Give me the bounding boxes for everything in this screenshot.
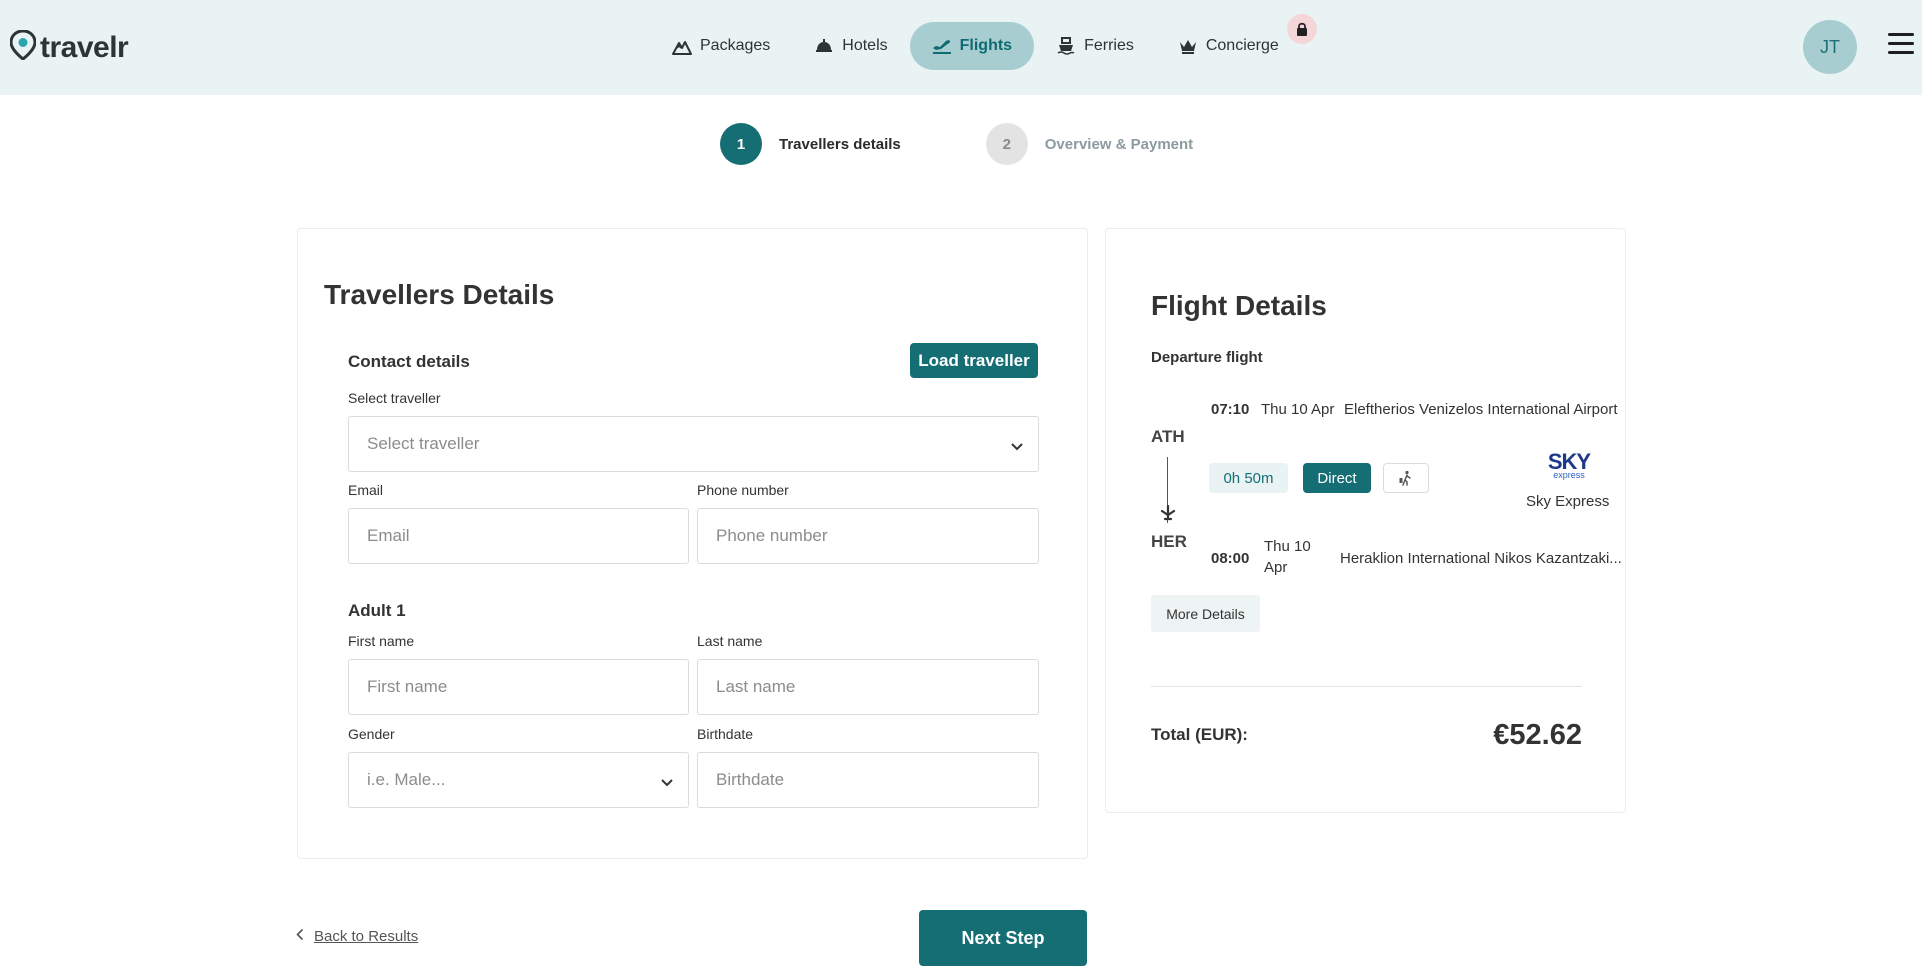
divider	[1151, 686, 1582, 687]
birthdate-input[interactable]: Birthdate	[697, 752, 1039, 808]
departure-date: Thu 10 Apr	[1261, 401, 1335, 418]
service-bell-icon	[814, 36, 834, 56]
back-to-results-label: Back to Results	[314, 928, 419, 945]
more-details-button[interactable]: More Details	[1151, 595, 1260, 632]
arrival-time: 08:00	[1211, 550, 1250, 567]
gender-placeholder: i.e. Male...	[367, 770, 446, 789]
step-1-number: 1	[720, 123, 762, 165]
arrival-date-line2: Apr	[1264, 559, 1288, 576]
arrival-date-line1: Thu 10	[1264, 538, 1311, 555]
sky-express-logo: SKY express	[1544, 451, 1594, 480]
birthdate-label: Birthdate	[697, 726, 754, 742]
contact-details-title: Contact details	[348, 352, 470, 371]
nav-hotels-label: Hotels	[842, 37, 888, 54]
arrival-airport: Heraklion International Nikos Kazantzaki…	[1340, 550, 1622, 567]
arrival-code: HER	[1151, 532, 1187, 551]
top-header: travelr Packages Hotels Flights Ferries	[0, 0, 1922, 95]
first-name-placeholder: First name	[367, 677, 448, 696]
select-traveller-label: Select traveller	[348, 390, 441, 406]
first-name-label: First name	[348, 633, 415, 649]
last-name-input[interactable]: Last name	[697, 659, 1039, 715]
select-traveller-placeholder: Select traveller	[367, 434, 480, 453]
nav-ferries[interactable]: Ferries	[1034, 22, 1156, 70]
logo-text: travelr	[40, 30, 129, 64]
nav-packages-label: Packages	[700, 37, 771, 54]
departure-time: 07:10	[1211, 401, 1250, 418]
phone-placeholder: Phone number	[716, 526, 828, 545]
airline-name: Sky Express	[1526, 493, 1610, 510]
mountain-icon	[672, 36, 692, 56]
departure-flight-label: Departure flight	[1151, 349, 1263, 366]
step-1-label: Travellers details	[779, 135, 901, 153]
chevron-down-icon	[660, 773, 674, 793]
ship-icon	[1056, 36, 1076, 56]
main-nav: Packages Hotels Flights Ferries Concierg…	[650, 14, 1317, 70]
email-placeholder: Email	[367, 526, 410, 545]
chevron-down-icon	[1010, 437, 1024, 457]
email-label: Email	[348, 482, 384, 498]
last-name-placeholder: Last name	[716, 677, 796, 696]
landing-airplane-icon	[1159, 504, 1177, 528]
nav-flights-label: Flights	[959, 37, 1013, 54]
nav-hotels[interactable]: Hotels	[792, 22, 909, 70]
step-2-number: 2	[985, 123, 1028, 165]
phone-input[interactable]: Phone number	[697, 508, 1039, 564]
direct-badge: Direct	[1303, 463, 1371, 493]
progress-stepper: 1 Travellers details 2 Overview & Paymen…	[720, 123, 1193, 165]
total-price: €52.62	[1493, 719, 1582, 751]
airplane-icon	[932, 36, 952, 56]
flight-details-title: Flight Details	[1151, 290, 1327, 321]
first-name-input[interactable]: First name	[348, 659, 689, 715]
flight-details-card: Flight Details Departure flight 07:10 Th…	[1105, 228, 1626, 813]
nav-ferries-label: Ferries	[1084, 37, 1134, 54]
nav-concierge[interactable]: Concierge	[1156, 14, 1317, 70]
step-2-label: Overview & Payment	[1044, 135, 1194, 153]
menu-icon[interactable]	[1888, 33, 1914, 57]
nav-packages[interactable]: Packages	[650, 22, 792, 70]
phone-label: Phone number	[697, 482, 789, 498]
email-input[interactable]: Email	[348, 508, 689, 564]
user-avatar[interactable]: JT	[1803, 20, 1857, 74]
departure-code: ATH	[1151, 427, 1185, 446]
luggage-person-icon	[1383, 463, 1429, 493]
lock-icon	[1286, 14, 1317, 44]
back-to-results-link[interactable]: Back to Results	[296, 928, 418, 945]
chevron-left-icon	[296, 928, 304, 945]
nav-flights[interactable]: Flights	[909, 22, 1035, 70]
load-traveller-button[interactable]: Load traveller	[910, 343, 1038, 378]
adult-1-title: Adult 1	[348, 601, 406, 620]
departure-airport: Eleftherios Venizelos International Airp…	[1344, 401, 1618, 418]
total-label: Total (EUR):	[1151, 725, 1248, 744]
next-step-button[interactable]: Next Step	[919, 910, 1087, 966]
gender-label: Gender	[348, 726, 395, 742]
birthdate-placeholder: Birthdate	[716, 770, 785, 789]
travellers-title: Travellers Details	[324, 279, 555, 310]
duration-badge: 0h 50m	[1209, 463, 1288, 493]
travellers-card: Travellers Details Contact details Load …	[297, 228, 1088, 859]
last-name-label: Last name	[697, 633, 763, 649]
location-pin-icon	[9, 29, 37, 65]
gender-select[interactable]: i.e. Male...	[348, 752, 689, 808]
nav-concierge-label: Concierge	[1205, 37, 1279, 54]
logo[interactable]: travelr	[9, 29, 129, 65]
select-traveller-dropdown[interactable]: Select traveller	[348, 416, 1039, 472]
crown-icon	[1178, 36, 1198, 56]
